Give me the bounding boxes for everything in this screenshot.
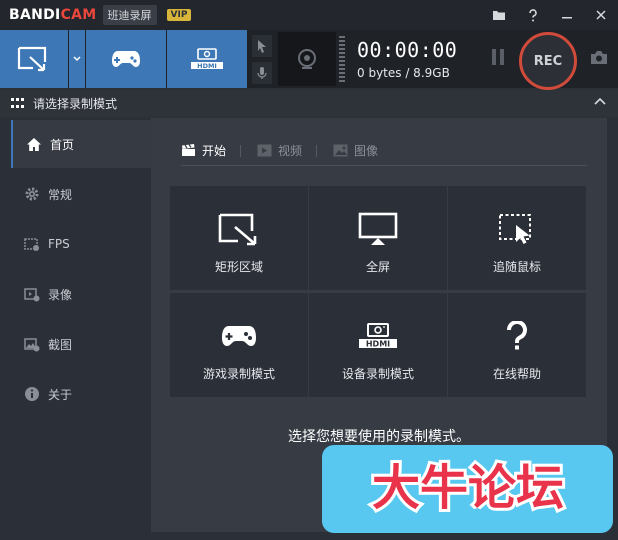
watermark: 大牛论坛 xyxy=(322,445,613,533)
tab-label: 图像 xyxy=(354,144,379,158)
camera-icon xyxy=(591,51,607,64)
close-icon[interactable] xyxy=(584,0,618,30)
rectangle-area-icon xyxy=(17,46,47,72)
sidebar-item-label: 录像 xyxy=(48,287,73,302)
folder-icon[interactable] xyxy=(482,0,516,30)
hdmi-icon: HDMI xyxy=(191,48,223,70)
app-name: 班迪录屏 xyxy=(102,5,157,25)
microphone-icon xyxy=(257,66,267,79)
tab-label: 开始 xyxy=(202,144,227,158)
video-settings-icon xyxy=(22,287,42,302)
monitor-icon xyxy=(358,212,398,245)
watermark-text: 大牛论坛 xyxy=(371,460,563,516)
app-logo: BANDICAM xyxy=(9,7,97,23)
rec-label: REC xyxy=(533,53,563,69)
tab-label: 视频 xyxy=(278,144,303,158)
game-mode-button[interactable] xyxy=(86,30,166,88)
webcam-icon xyxy=(298,49,316,69)
tile-fullscreen[interactable]: 全屏 xyxy=(309,186,447,290)
tab-bar: 开始 视频 图像 xyxy=(181,136,587,166)
mode-tiles: 矩形区域 全屏 追随鼠标 游戏录制模式 HDMI 设备录制模式 在线帮助 xyxy=(170,186,586,397)
webcam-button[interactable] xyxy=(278,32,336,86)
rectangle-mode-button[interactable] xyxy=(0,30,68,88)
minimize-icon[interactable] xyxy=(550,0,584,30)
sidebar-item-label: FPS xyxy=(48,237,70,251)
hdmi-icon: HDMI xyxy=(359,323,397,349)
mode-dropdown-button[interactable] xyxy=(69,30,85,88)
sidebar-item-label: 截图 xyxy=(48,337,73,352)
section-header: 请选择录制模式 xyxy=(0,90,618,117)
sidebar-item-home[interactable]: 首页 xyxy=(11,120,151,168)
follow-mouse-icon xyxy=(499,214,531,244)
tile-device-mode[interactable]: HDMI 设备录制模式 xyxy=(309,293,447,397)
tile-game-mode[interactable]: 游戏录制模式 xyxy=(170,293,308,397)
info-icon xyxy=(22,386,42,402)
help-icon[interactable] xyxy=(516,0,550,30)
sidebar-item-label: 关于 xyxy=(48,387,73,402)
tile-label: 全屏 xyxy=(365,260,390,274)
sidebar-item-image[interactable]: 截图 xyxy=(11,320,151,368)
file-size: 0 bytes / 8.9GB xyxy=(357,66,450,80)
sidebar-item-general[interactable]: 常规 xyxy=(11,170,151,218)
tile-online-help[interactable]: 在线帮助 xyxy=(448,293,586,397)
tile-rectangle-area[interactable]: 矩形区域 xyxy=(170,186,308,290)
sidebar-item-label: 首页 xyxy=(50,137,75,152)
tab-image[interactable]: 图像 xyxy=(333,142,378,159)
record-timer: 00:00:00 xyxy=(357,38,458,62)
home-icon xyxy=(24,137,44,152)
chevron-up-icon[interactable] xyxy=(594,97,606,105)
section-title: 请选择录制模式 xyxy=(33,97,118,111)
tile-label: 在线帮助 xyxy=(492,367,541,381)
tab-video[interactable]: 视频 xyxy=(257,142,302,159)
image-settings-icon xyxy=(22,337,42,352)
chevron-down-icon xyxy=(73,56,81,62)
tile-label: 游戏录制模式 xyxy=(202,367,275,381)
svg-text:HDMI: HDMI xyxy=(366,340,390,349)
fps-icon xyxy=(22,237,42,252)
image-icon xyxy=(333,144,348,157)
tile-label: 矩形区域 xyxy=(214,260,263,274)
grid-icon xyxy=(11,98,24,109)
sidebar-item-fps[interactable]: FPS xyxy=(11,220,151,268)
clapper-icon xyxy=(182,144,195,156)
rectangle-area-icon xyxy=(218,213,257,246)
question-icon xyxy=(507,321,527,350)
toolbar: HDMI 00:00:00 0 bytes / 8.9GB REC xyxy=(0,30,618,90)
play-icon xyxy=(257,144,272,157)
sidebar-item-about[interactable]: 关于 xyxy=(11,370,151,418)
record-button[interactable]: REC xyxy=(519,32,577,90)
microphone-button[interactable] xyxy=(252,61,272,84)
tile-follow-mouse[interactable]: 追随鼠标 xyxy=(448,186,586,290)
cursor-settings-button[interactable] xyxy=(252,34,272,57)
tile-label: 追随鼠标 xyxy=(492,260,541,274)
svg-text:HDMI: HDMI xyxy=(197,62,217,70)
audio-level-meter xyxy=(339,36,345,82)
tile-label: 设备录制模式 xyxy=(341,367,414,381)
sidebar-item-label: 常规 xyxy=(48,187,73,202)
hint-text: 选择您想要使用的录制模式。 xyxy=(288,429,470,445)
device-mode-button[interactable]: HDMI xyxy=(167,30,247,88)
vip-badge: VIP xyxy=(166,9,192,21)
gamepad-icon xyxy=(222,326,256,346)
gear-icon xyxy=(22,186,42,202)
screenshot-button[interactable] xyxy=(590,50,608,69)
pause-button[interactable] xyxy=(488,49,508,69)
sidebar: 首页 常规 FPS 录像 截图 关于 xyxy=(11,118,151,532)
tab-start[interactable]: 开始 xyxy=(181,142,226,159)
cursor-icon xyxy=(258,39,266,53)
title-bar: BANDICAM 班迪录屏 VIP xyxy=(0,0,618,30)
sidebar-item-video[interactable]: 录像 xyxy=(11,270,151,318)
gamepad-icon xyxy=(112,51,140,67)
